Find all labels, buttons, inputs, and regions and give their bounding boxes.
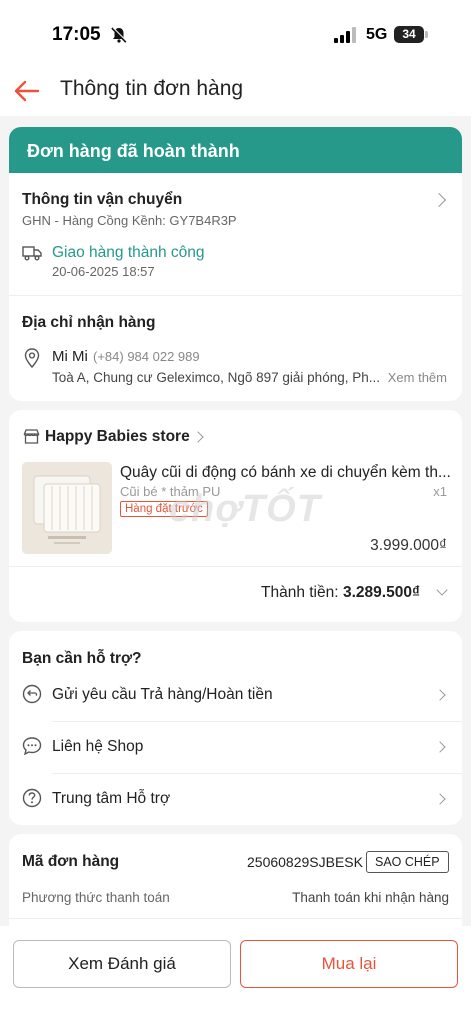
chevron-right-icon (434, 793, 446, 805)
cellular-signal-icon (334, 27, 356, 43)
support-title: Bạn cần hỗ trợ? (22, 650, 142, 667)
shipping-info-row[interactable]: Thông tin vận chuyển GHN - Hàng Cồng Kền… (9, 173, 462, 295)
chevron-right-icon (431, 192, 447, 208)
page-title: Thông tin đơn hàng (60, 77, 244, 100)
network-type: 5G (366, 26, 388, 43)
delivery-status: Giao hàng thành công (52, 244, 205, 261)
truck-icon (22, 246, 42, 261)
total-value: 3.289.500₫ (343, 584, 420, 601)
recipient-name: Mi Mi (52, 348, 88, 365)
order-status-banner: Đơn hàng đã hoàn thành (9, 127, 462, 173)
see-more-link[interactable]: Xem thêm (388, 370, 447, 385)
order-status-card: Đơn hàng đã hoàn thành Thông tin vận chu… (9, 127, 462, 401)
address-title: Địa chỉ nhận hàng (22, 314, 156, 331)
support-item-label: Gửi yêu cầu Trả hàng/Hoàn tiền (52, 686, 273, 703)
help-icon (22, 788, 42, 808)
copy-order-code-button[interactable]: SAO CHÉP (366, 851, 449, 873)
watermark-logo: chợTỐT (169, 488, 321, 530)
product-quantity: x1 (433, 484, 447, 499)
support-item-help-center[interactable]: Trung tâm Hỗ trợ (9, 773, 462, 825)
order-code-label: Mã đơn hàng (22, 853, 120, 870)
shipping-info-title: Thông tin vận chuyển (22, 191, 183, 208)
nav-bar: Thông tin đơn hàng (0, 70, 471, 116)
order-code-value: 25060829SJBESK (247, 854, 363, 870)
bottom-action-bar: Xem Đánh giá Mua lại (0, 926, 471, 1024)
location-pin-icon (24, 348, 40, 368)
address-detail: Toà A, Chung cư Geleximco, Ngõ 897 giải … (52, 370, 380, 385)
battery-icon: 34 (394, 26, 424, 43)
return-icon (22, 684, 42, 704)
total-label: Thành tiền: (261, 584, 339, 601)
support-item-contact-shop[interactable]: Liên hệ Shop (9, 721, 462, 773)
order-total-row[interactable]: Thành tiền: 3.289.500₫ (9, 566, 462, 622)
support-item-return[interactable]: Gửi yêu cầu Trả hàng/Hoàn tiền (9, 669, 462, 721)
store-header[interactable]: Happy Babies store (9, 410, 462, 450)
status-bar: 17:05 5G 34 (0, 0, 471, 70)
back-arrow-icon[interactable] (12, 76, 42, 106)
delivery-date: 20-06-2025 18:57 (52, 264, 155, 279)
payment-method-label: Phương thức thanh toán (22, 890, 170, 905)
shipping-carrier: GHN - Hàng Cồng Kềnh: GY7B4R3P (22, 213, 237, 228)
chat-icon (22, 737, 42, 756)
support-item-label: Liên hệ Shop (52, 738, 144, 755)
product-image[interactable] (22, 462, 112, 554)
battery-tip (425, 31, 428, 38)
store-name: Happy Babies store (45, 428, 190, 445)
chevron-right-icon (434, 741, 446, 753)
store-icon (23, 429, 40, 444)
product-price: 3.999.000₫ (370, 537, 447, 554)
chevron-down-icon (436, 584, 448, 596)
payment-method-value: Thanh toán khi nhận hàng (292, 890, 449, 905)
product-title[interactable]: Quây cũi di động có bánh xe di chuyển kè… (120, 464, 451, 482)
chevron-right-icon (434, 689, 446, 701)
playpen-image (22, 462, 112, 554)
store-card: Happy Babies store Quây cũi di động có b… (9, 410, 462, 622)
status-time: 17:05 (52, 24, 101, 45)
view-review-button[interactable]: Xem Đánh giá (13, 940, 231, 988)
recipient-phone: (+84) 984 022 989 (93, 349, 200, 364)
buy-again-button[interactable]: Mua lại (240, 940, 458, 988)
chevron-right-icon (192, 431, 204, 443)
support-item-label: Trung tâm Hỗ trợ (52, 790, 171, 807)
divider (9, 295, 462, 296)
support-card: Bạn cần hỗ trợ? Gửi yêu cầu Trả hàng/Hoà… (9, 631, 462, 825)
divider (9, 918, 462, 919)
bell-off-icon (111, 27, 128, 43)
